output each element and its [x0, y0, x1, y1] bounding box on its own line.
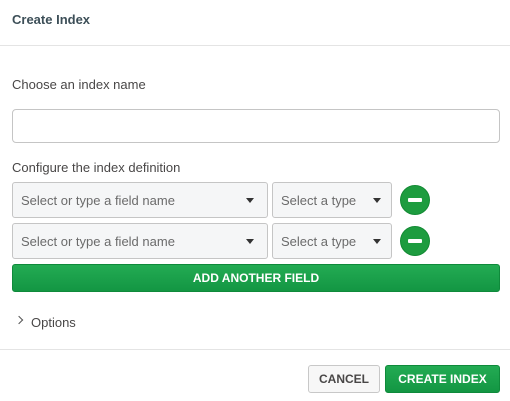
index-definition-label: Configure the index definition [12, 160, 181, 175]
field-name-select[interactable]: Select or type a field name [12, 223, 268, 259]
caret-down-icon [373, 239, 381, 244]
options-label: Options [31, 315, 76, 330]
minus-icon [408, 239, 422, 243]
field-type-placeholder: Select a type [281, 193, 357, 208]
remove-field-button[interactable] [400, 185, 430, 215]
remove-field-button[interactable] [400, 226, 430, 256]
create-index-button[interactable]: CREATE INDEX [385, 365, 500, 393]
minus-icon [408, 198, 422, 202]
caret-down-icon [246, 198, 254, 203]
field-type-select[interactable]: Select a type [272, 182, 392, 218]
field-type-select[interactable]: Select a type [272, 223, 392, 259]
field-name-placeholder: Select or type a field name [21, 234, 175, 249]
caret-down-icon [246, 239, 254, 244]
modal-header: Create Index [0, 0, 510, 46]
index-name-input[interactable] [12, 109, 500, 143]
field-name-select[interactable]: Select or type a field name [12, 182, 268, 218]
index-name-label: Choose an index name [12, 77, 146, 92]
cancel-button[interactable]: CANCEL [308, 365, 380, 393]
chevron-right-icon [14, 315, 24, 325]
field-name-placeholder: Select or type a field name [21, 193, 175, 208]
caret-down-icon [373, 198, 381, 203]
modal-title: Create Index [12, 12, 91, 27]
add-another-field-button[interactable]: ADD ANOTHER FIELD [12, 264, 500, 292]
field-type-placeholder: Select a type [281, 234, 357, 249]
